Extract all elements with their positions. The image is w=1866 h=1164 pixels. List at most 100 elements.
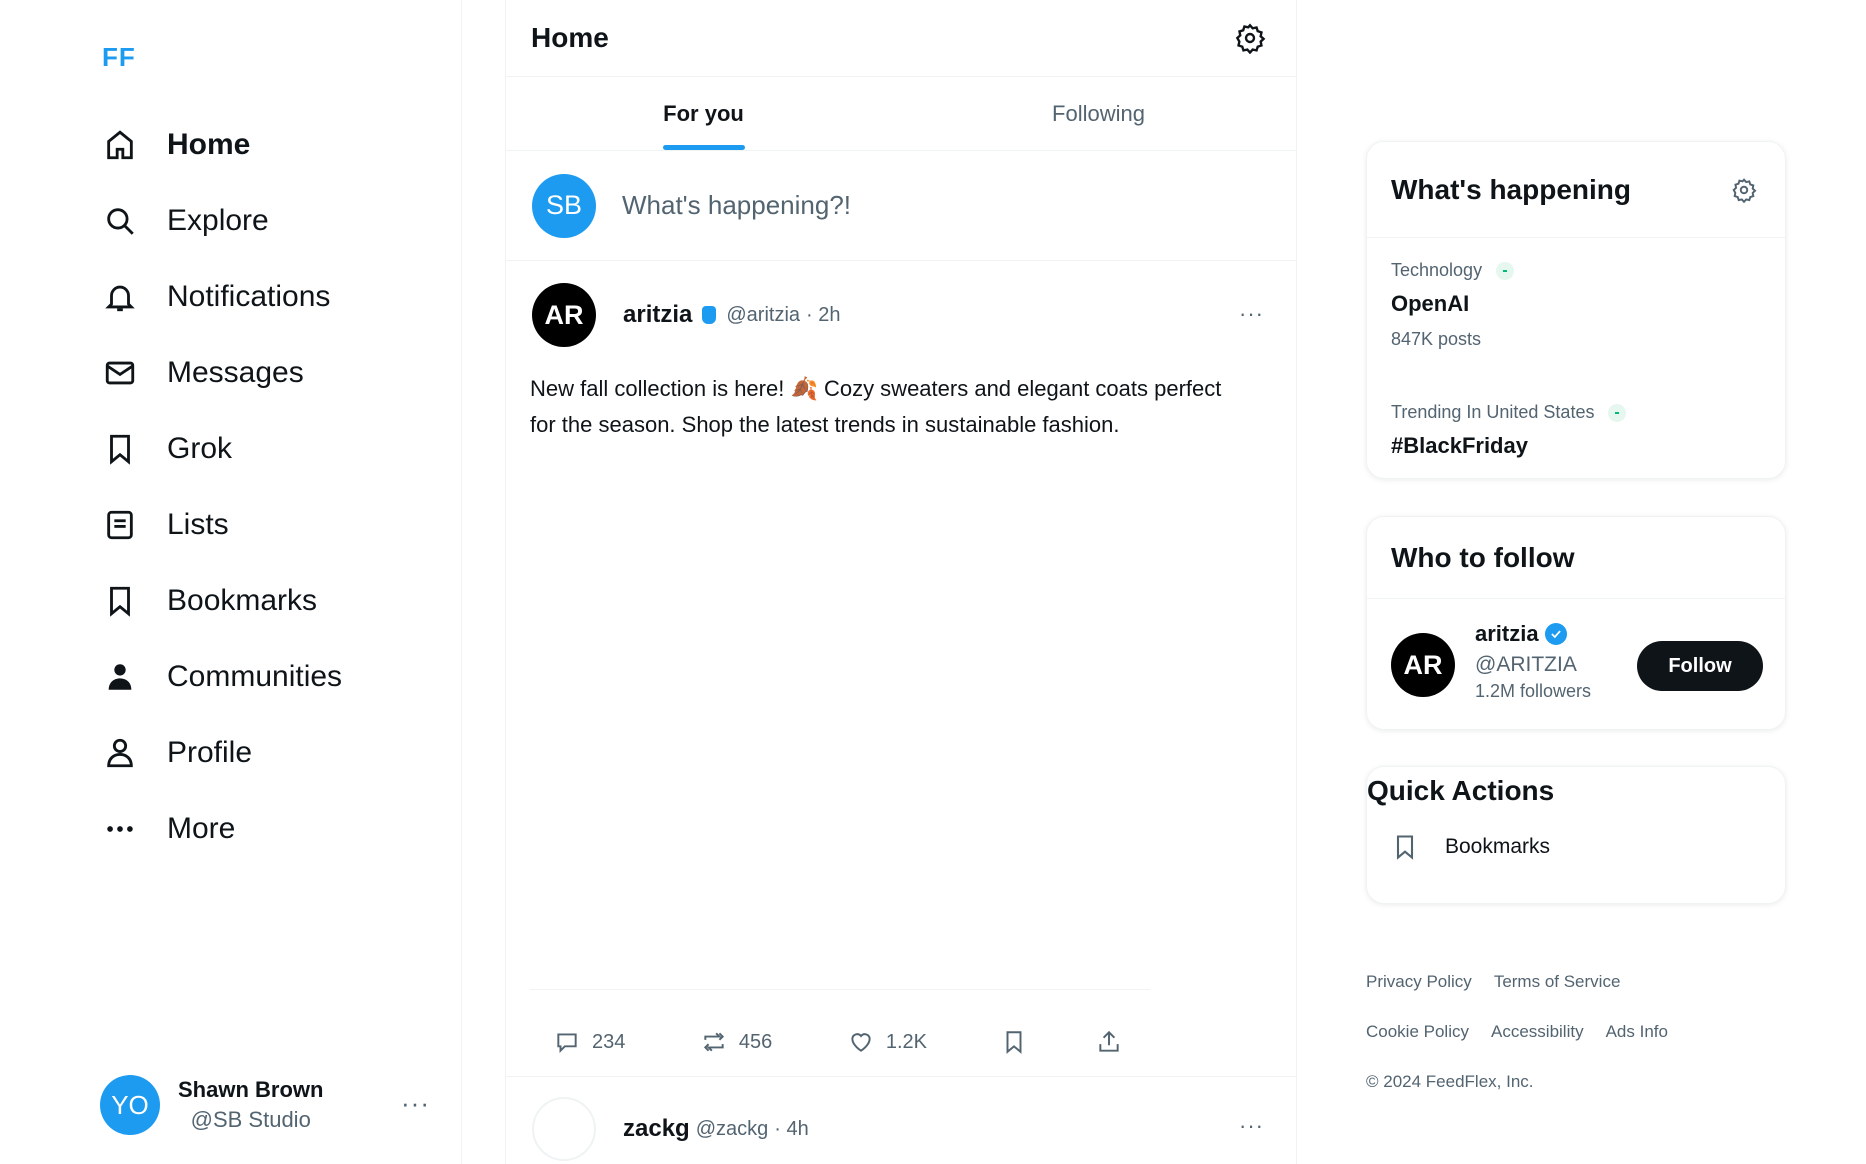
bell-icon xyxy=(100,277,140,317)
trend-name: #BlackFriday xyxy=(1391,433,1528,458)
ads-info-link[interactable]: Ads Info xyxy=(1606,1022,1668,1042)
nav-label: Communities xyxy=(167,660,343,693)
trends-title: What's happening xyxy=(1391,173,1631,205)
trend-item[interactable]: Trending In United States #BlackFriday xyxy=(1391,402,1627,459)
like-button[interactable]: 1.2K xyxy=(848,1029,1001,1055)
trends-header: What's happening xyxy=(1367,142,1785,238)
trend-category: Trending In United States xyxy=(1391,402,1595,422)
post-actions: 234 456 1.2K xyxy=(554,1029,1134,1055)
post-header: zackg @zackg · 4h xyxy=(623,1115,809,1143)
follow-info: aritzia @ARITZIA 1.2M followers xyxy=(1475,621,1591,702)
nav-label: Home xyxy=(167,128,251,161)
post-handle[interactable]: @aritzia xyxy=(726,304,800,327)
nav-label: Notifications xyxy=(167,280,331,313)
compose-box: SB xyxy=(506,151,1296,261)
reply-icon xyxy=(557,1033,577,1054)
compose-input[interactable] xyxy=(622,190,1222,221)
trend-item[interactable]: Technology OpenAI 847K posts xyxy=(1391,260,1515,350)
account-handle: @SB Studio xyxy=(190,1107,311,1132)
search-icon xyxy=(100,201,140,241)
nav-label: Lists xyxy=(167,508,229,541)
trend-category: Technology xyxy=(1391,260,1483,280)
bookmark-icon xyxy=(1396,835,1414,860)
left-sidebar: FF Home Explore Notifications Messages G… xyxy=(0,0,462,1164)
bookmark-icon xyxy=(100,581,140,621)
accessibility-link[interactable]: Accessibility xyxy=(1491,1022,1584,1042)
account-switcher[interactable]: YO Shawn Brown @SB Studio ··· xyxy=(100,1070,430,1140)
reply-button[interactable]: 234 xyxy=(554,1029,701,1055)
nav-item-explore[interactable]: Explore xyxy=(100,183,342,259)
avatar[interactable]: AR xyxy=(532,283,596,347)
timeline: Home For you Following SB AR aritzia @ar… xyxy=(505,0,1297,1164)
bookmark-icon xyxy=(1006,1031,1022,1054)
avatar[interactable]: AR xyxy=(1391,633,1455,697)
nav-item-lists[interactable]: Lists xyxy=(100,487,342,563)
post-more-icon[interactable]: ··· xyxy=(1239,1113,1264,1139)
follow-suggestion[interactable]: AR aritzia @ARITZIA 1.2M followers Follo… xyxy=(1391,621,1763,711)
repost-count: 456 xyxy=(738,1030,773,1053)
share-button[interactable] xyxy=(1096,1029,1134,1055)
nav-item-grok[interactable]: Grok xyxy=(100,411,342,487)
main-nav: Home Explore Notifications Messages Grok xyxy=(100,107,342,867)
terms-link[interactable]: Terms of Service xyxy=(1494,972,1621,992)
quick-action-label: Bookmarks xyxy=(1445,835,1551,858)
trend-status-icon xyxy=(1608,403,1627,422)
follow-name: aritzia xyxy=(1475,621,1539,646)
more-icon xyxy=(100,809,140,849)
avatar[interactable] xyxy=(532,1097,596,1161)
privacy-policy-link[interactable]: Privacy Policy xyxy=(1366,972,1472,992)
nav-item-messages[interactable]: Messages xyxy=(100,335,342,411)
gear-icon[interactable] xyxy=(1234,22,1266,54)
app-logo[interactable]: FF xyxy=(102,42,136,73)
follow-button[interactable]: Follow xyxy=(1637,641,1763,691)
trends-card: What's happening Technology OpenAI 847K … xyxy=(1366,141,1786,479)
quick-actions-title: Quick Actions xyxy=(1367,775,1555,806)
post[interactable]: zackg @zackg · 4h ··· xyxy=(506,1077,1296,1164)
account-info: Shawn Brown @SB Studio xyxy=(178,1077,323,1133)
nav-item-communities[interactable]: Communities xyxy=(100,639,342,715)
gear-icon[interactable] xyxy=(1731,177,1757,203)
quick-action-bookmarks[interactable]: Bookmarks xyxy=(1391,833,1550,861)
verified-check-icon xyxy=(1544,623,1567,645)
people-icon xyxy=(100,657,140,697)
follow-name-row: aritzia xyxy=(1475,621,1591,647)
nav-item-home[interactable]: Home xyxy=(100,107,342,183)
nav-label: Grok xyxy=(167,432,233,465)
repost-icon xyxy=(703,1032,724,1052)
follow-handle: @ARITZIA xyxy=(1475,653,1577,676)
post-time: · 2h xyxy=(806,303,841,326)
quick-actions-card: Quick Actions Bookmarks xyxy=(1366,766,1786,904)
verified-badge-icon xyxy=(702,306,717,324)
footer-links: Cookie Policy Accessibility Ads Info xyxy=(1366,1022,1786,1042)
bookmark-icon xyxy=(100,429,140,469)
account-more-icon[interactable]: ··· xyxy=(401,1088,430,1119)
post-author-name[interactable]: zackg xyxy=(623,1115,690,1143)
tab-following[interactable]: Following xyxy=(901,77,1296,150)
post-header: AR aritzia @aritzia · 2h xyxy=(532,283,841,347)
trend-name: OpenAI xyxy=(1391,291,1470,316)
like-count: 1.2K xyxy=(885,1030,927,1053)
post-handle[interactable]: @zackg xyxy=(696,1118,769,1141)
page-title: Home xyxy=(531,22,609,53)
trend-count: 847K posts xyxy=(1391,329,1482,349)
post[interactable]: AR aritzia @aritzia · 2h ··· New fall co… xyxy=(506,261,1296,1077)
timeline-header: Home xyxy=(506,0,1296,77)
bookmark-button[interactable] xyxy=(1001,1029,1096,1055)
nav-item-notifications[interactable]: Notifications xyxy=(100,259,342,335)
divider xyxy=(530,989,1150,990)
avatar[interactable]: SB xyxy=(532,173,596,238)
footer: Privacy Policy Terms of Service Cookie P… xyxy=(1366,972,1786,1092)
tab-for-you[interactable]: For you xyxy=(506,77,901,150)
post-more-icon[interactable]: ··· xyxy=(1239,301,1264,327)
nav-label: Bookmarks xyxy=(167,584,318,617)
nav-item-profile[interactable]: Profile xyxy=(100,715,342,791)
post-author-name[interactable]: aritzia xyxy=(623,301,692,329)
trend-category-row: Trending In United States xyxy=(1391,402,1627,423)
footer-links: Privacy Policy Terms of Service xyxy=(1366,972,1786,992)
nav-item-bookmarks[interactable]: Bookmarks xyxy=(100,563,342,639)
cookie-policy-link[interactable]: Cookie Policy xyxy=(1366,1022,1469,1042)
nav-item-more[interactable]: More xyxy=(100,791,342,867)
who-to-follow-title: Who to follow xyxy=(1391,541,1575,573)
repost-button[interactable]: 456 xyxy=(701,1029,848,1055)
who-to-follow-card: Who to follow AR aritzia @ARITZIA 1.2M f… xyxy=(1366,516,1786,730)
